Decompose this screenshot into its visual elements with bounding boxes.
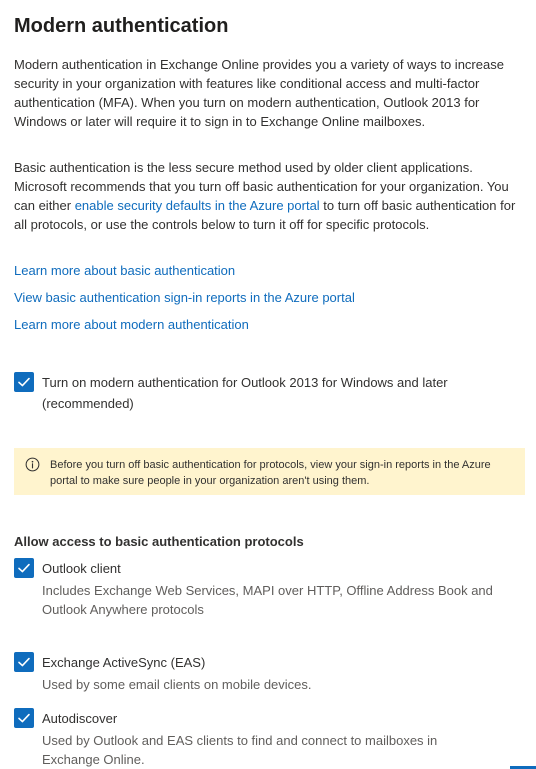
outlook-client-checkbox[interactable] [14,558,34,578]
exchange-activesync-label[interactable]: Exchange ActiveSync (EAS) [42,652,205,673]
intro-paragraph: Modern authentication in Exchange Online… [14,57,504,129]
warning-text: Before you turn off basic authentication… [50,459,491,487]
modern-auth-checkbox-row[interactable]: Turn on modern authentication for Outloo… [14,372,526,416]
checkmark-icon [18,377,30,387]
warning-message-bar: Before you turn off basic authentication… [14,448,525,495]
security-defaults-link[interactable]: enable security defaults in the Azure po… [75,198,320,213]
autodiscover-row[interactable]: Autodiscover Used by Outlook and EAS cli… [14,708,526,768]
checkmark-icon [18,563,30,573]
outlook-client-row[interactable]: Outlook client Includes Exchange Web Ser… [14,558,526,618]
info-icon [25,457,40,472]
exchange-activesync-checkbox[interactable] [14,652,34,672]
autodiscover-checkbox[interactable] [14,708,34,728]
basic-auth-paragraph: Basic authentication is the less secure … [14,158,526,234]
learn-more-basic-auth-link[interactable]: Learn more about basic authentication [14,261,235,280]
modern-auth-checkbox[interactable] [14,372,34,392]
exchange-activesync-row[interactable]: Exchange ActiveSync (EAS) Used by some e… [14,652,526,694]
page-title: Modern authentication [14,15,229,37]
outlook-client-description: Includes Exchange Web Services, MAPI ove… [42,583,493,617]
protocols-section-title: Allow access to basic authentication pro… [14,534,304,549]
sign-in-reports-link[interactable]: View basic authentication sign-in report… [14,288,355,307]
autodiscover-description: Used by Outlook and EAS clients to find … [42,733,438,767]
exchange-activesync-description: Used by some email clients on mobile dev… [42,677,312,692]
learn-more-modern-auth-link[interactable]: Learn more about modern authentication [14,315,249,334]
checkmark-icon [18,713,30,723]
outlook-client-label[interactable]: Outlook client [42,558,121,579]
autodiscover-label[interactable]: Autodiscover [42,708,117,729]
modern-auth-checkbox-label[interactable]: Turn on modern authentication for Outloo… [42,372,492,414]
checkmark-icon [18,657,30,667]
